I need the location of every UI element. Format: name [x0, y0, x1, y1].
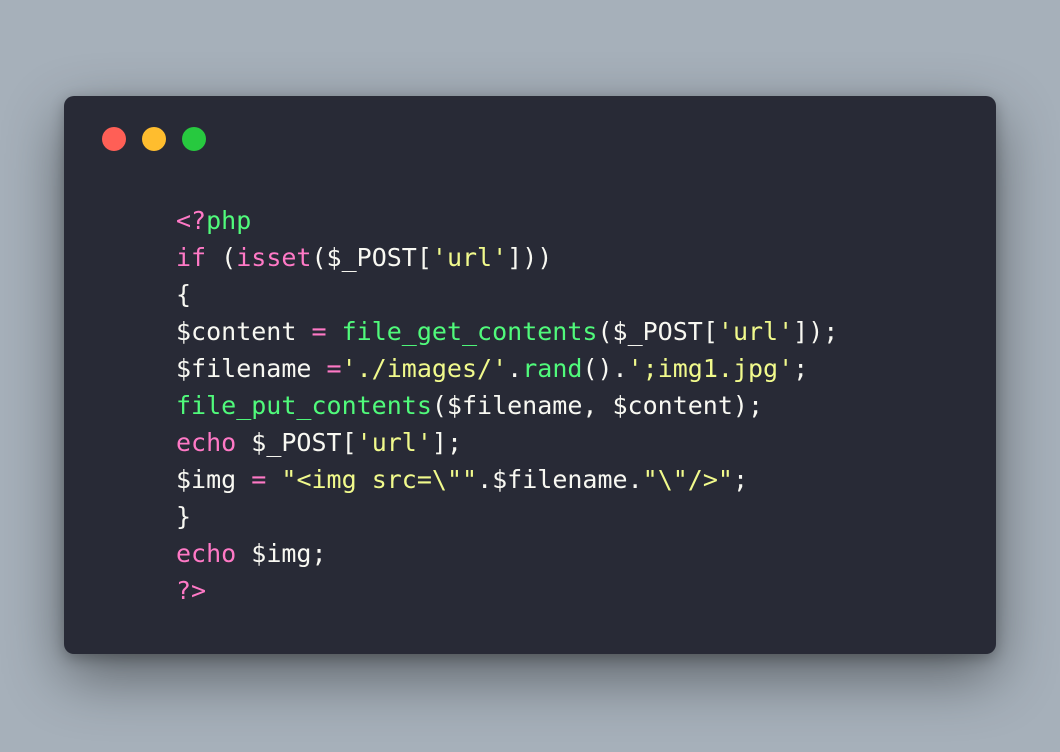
code-line: {: [176, 276, 838, 313]
code-token-default: [327, 317, 342, 346]
code-line: }: [176, 498, 838, 535]
code-token-string: 'url': [717, 317, 794, 346]
code-token-default: ];: [431, 428, 463, 457]
code-token-function: rand: [522, 354, 583, 383]
code-token-keyword: isset: [236, 243, 312, 272]
code-token-default: $img;: [236, 539, 327, 568]
code-token-string: ';img1.jpg': [627, 354, 794, 383]
code-token-string: "\"/>": [642, 465, 733, 494]
code-token-default: ($_POST[: [597, 317, 718, 346]
code-token-default: (: [206, 243, 237, 272]
code-token-string: 'url': [356, 428, 432, 457]
code-line: if (isset($_POST['url'])): [176, 239, 838, 276]
code-token-default: .: [507, 354, 523, 383]
code-token-function: php: [206, 206, 252, 235]
code-token-keyword: if: [176, 243, 207, 272]
code-token-keyword: =: [326, 354, 342, 383]
code-token-default: .$filename.: [477, 465, 643, 494]
code-line: echo $_POST['url'];: [176, 424, 838, 461]
code-line: $filename ='./images/'.rand().';img1.jpg…: [176, 350, 838, 387]
code-line: $content = file_get_contents($_POST['url…: [176, 313, 838, 350]
code-token-function: file_put_contents: [176, 391, 432, 420]
window-controls: [102, 127, 206, 151]
code-token-default: $content: [176, 317, 312, 346]
code-token-keyword: =: [311, 317, 327, 346]
code-line: ?>: [176, 572, 838, 609]
code-token-default: ;: [793, 354, 809, 383]
code-token-keyword: =: [251, 465, 267, 494]
code-line: $img = "<img src=\"".$filename."\"/>";: [176, 461, 838, 498]
code-line: echo $img;: [176, 535, 838, 572]
code-token-keyword: echo: [176, 539, 237, 568]
maximize-dot[interactable]: [182, 127, 206, 151]
code-token-default: $img: [176, 465, 252, 494]
code-token-string: "<img src=\"": [281, 465, 478, 494]
code-block: <?php if (isset($_POST['url'])){$content …: [176, 202, 838, 609]
code-token-keyword: ?>: [176, 576, 207, 605]
code-token-default: ($filename, $content);: [431, 391, 764, 420]
code-token-default: ]);: [793, 317, 839, 346]
code-token-function: file_get_contents: [341, 317, 598, 346]
close-dot[interactable]: [102, 127, 126, 151]
code-token-default: ;: [732, 465, 749, 494]
code-token-default: ().: [582, 354, 628, 383]
code-token-default: [266, 465, 281, 494]
code-window: <?php if (isset($_POST['url'])){$content …: [64, 96, 996, 654]
code-token-default: $_POST[: [236, 428, 357, 457]
code-token-default: ])): [507, 243, 553, 272]
code-token-default: {: [176, 280, 192, 309]
code-token-keyword: <?: [176, 206, 207, 235]
code-token-keyword: echo: [176, 428, 237, 457]
code-line: file_put_contents($filename, $content);: [176, 387, 838, 424]
code-token-string: './images/': [341, 354, 508, 383]
code-line: <?php: [176, 202, 838, 239]
code-token-default: ($_POST[: [311, 243, 432, 272]
code-token-string: 'url': [431, 243, 508, 272]
code-token-default: $filename: [176, 354, 327, 383]
code-token-default: }: [176, 502, 192, 531]
minimize-dot[interactable]: [142, 127, 166, 151]
